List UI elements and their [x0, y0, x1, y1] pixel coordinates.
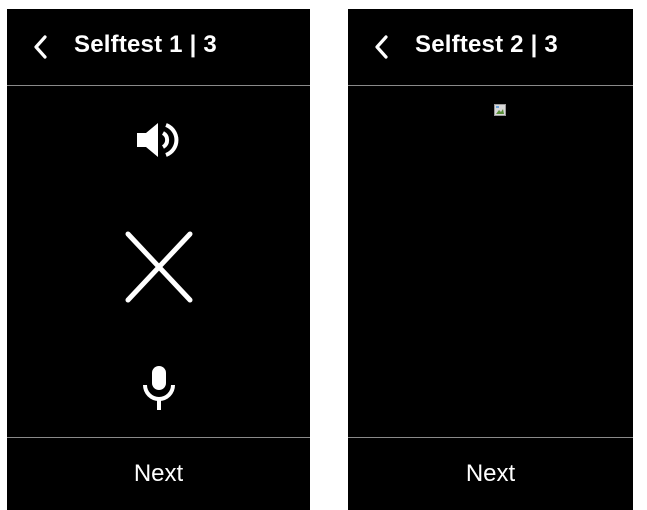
page-title: Selftest 1 | 3: [74, 31, 217, 58]
chevron-left-icon: [375, 35, 388, 59]
next-button[interactable]: Next: [7, 438, 310, 510]
chevron-left-icon: [34, 35, 47, 59]
selftest-screen-2: Selftest 2 | 3 Next: [348, 9, 633, 510]
header: Selftest 2 | 3: [348, 9, 633, 86]
next-button[interactable]: Next: [348, 438, 633, 510]
microphone-icon[interactable]: [141, 365, 177, 411]
speaker-icon[interactable]: [135, 116, 183, 164]
stage: Selftest 1 | 3 Next Selftest 2 | 3 Next: [0, 0, 647, 510]
selftest-screen-1: Selftest 1 | 3 Next: [7, 9, 310, 510]
footer: Next: [348, 437, 633, 510]
page-title: Selftest 2 | 3: [415, 31, 558, 58]
header: Selftest 1 | 3: [7, 9, 310, 86]
broken-image-icon: [494, 104, 506, 116]
back-button[interactable]: [29, 33, 53, 61]
back-button[interactable]: [370, 33, 394, 61]
footer: Next: [7, 437, 310, 510]
close-icon[interactable]: [123, 229, 195, 305]
